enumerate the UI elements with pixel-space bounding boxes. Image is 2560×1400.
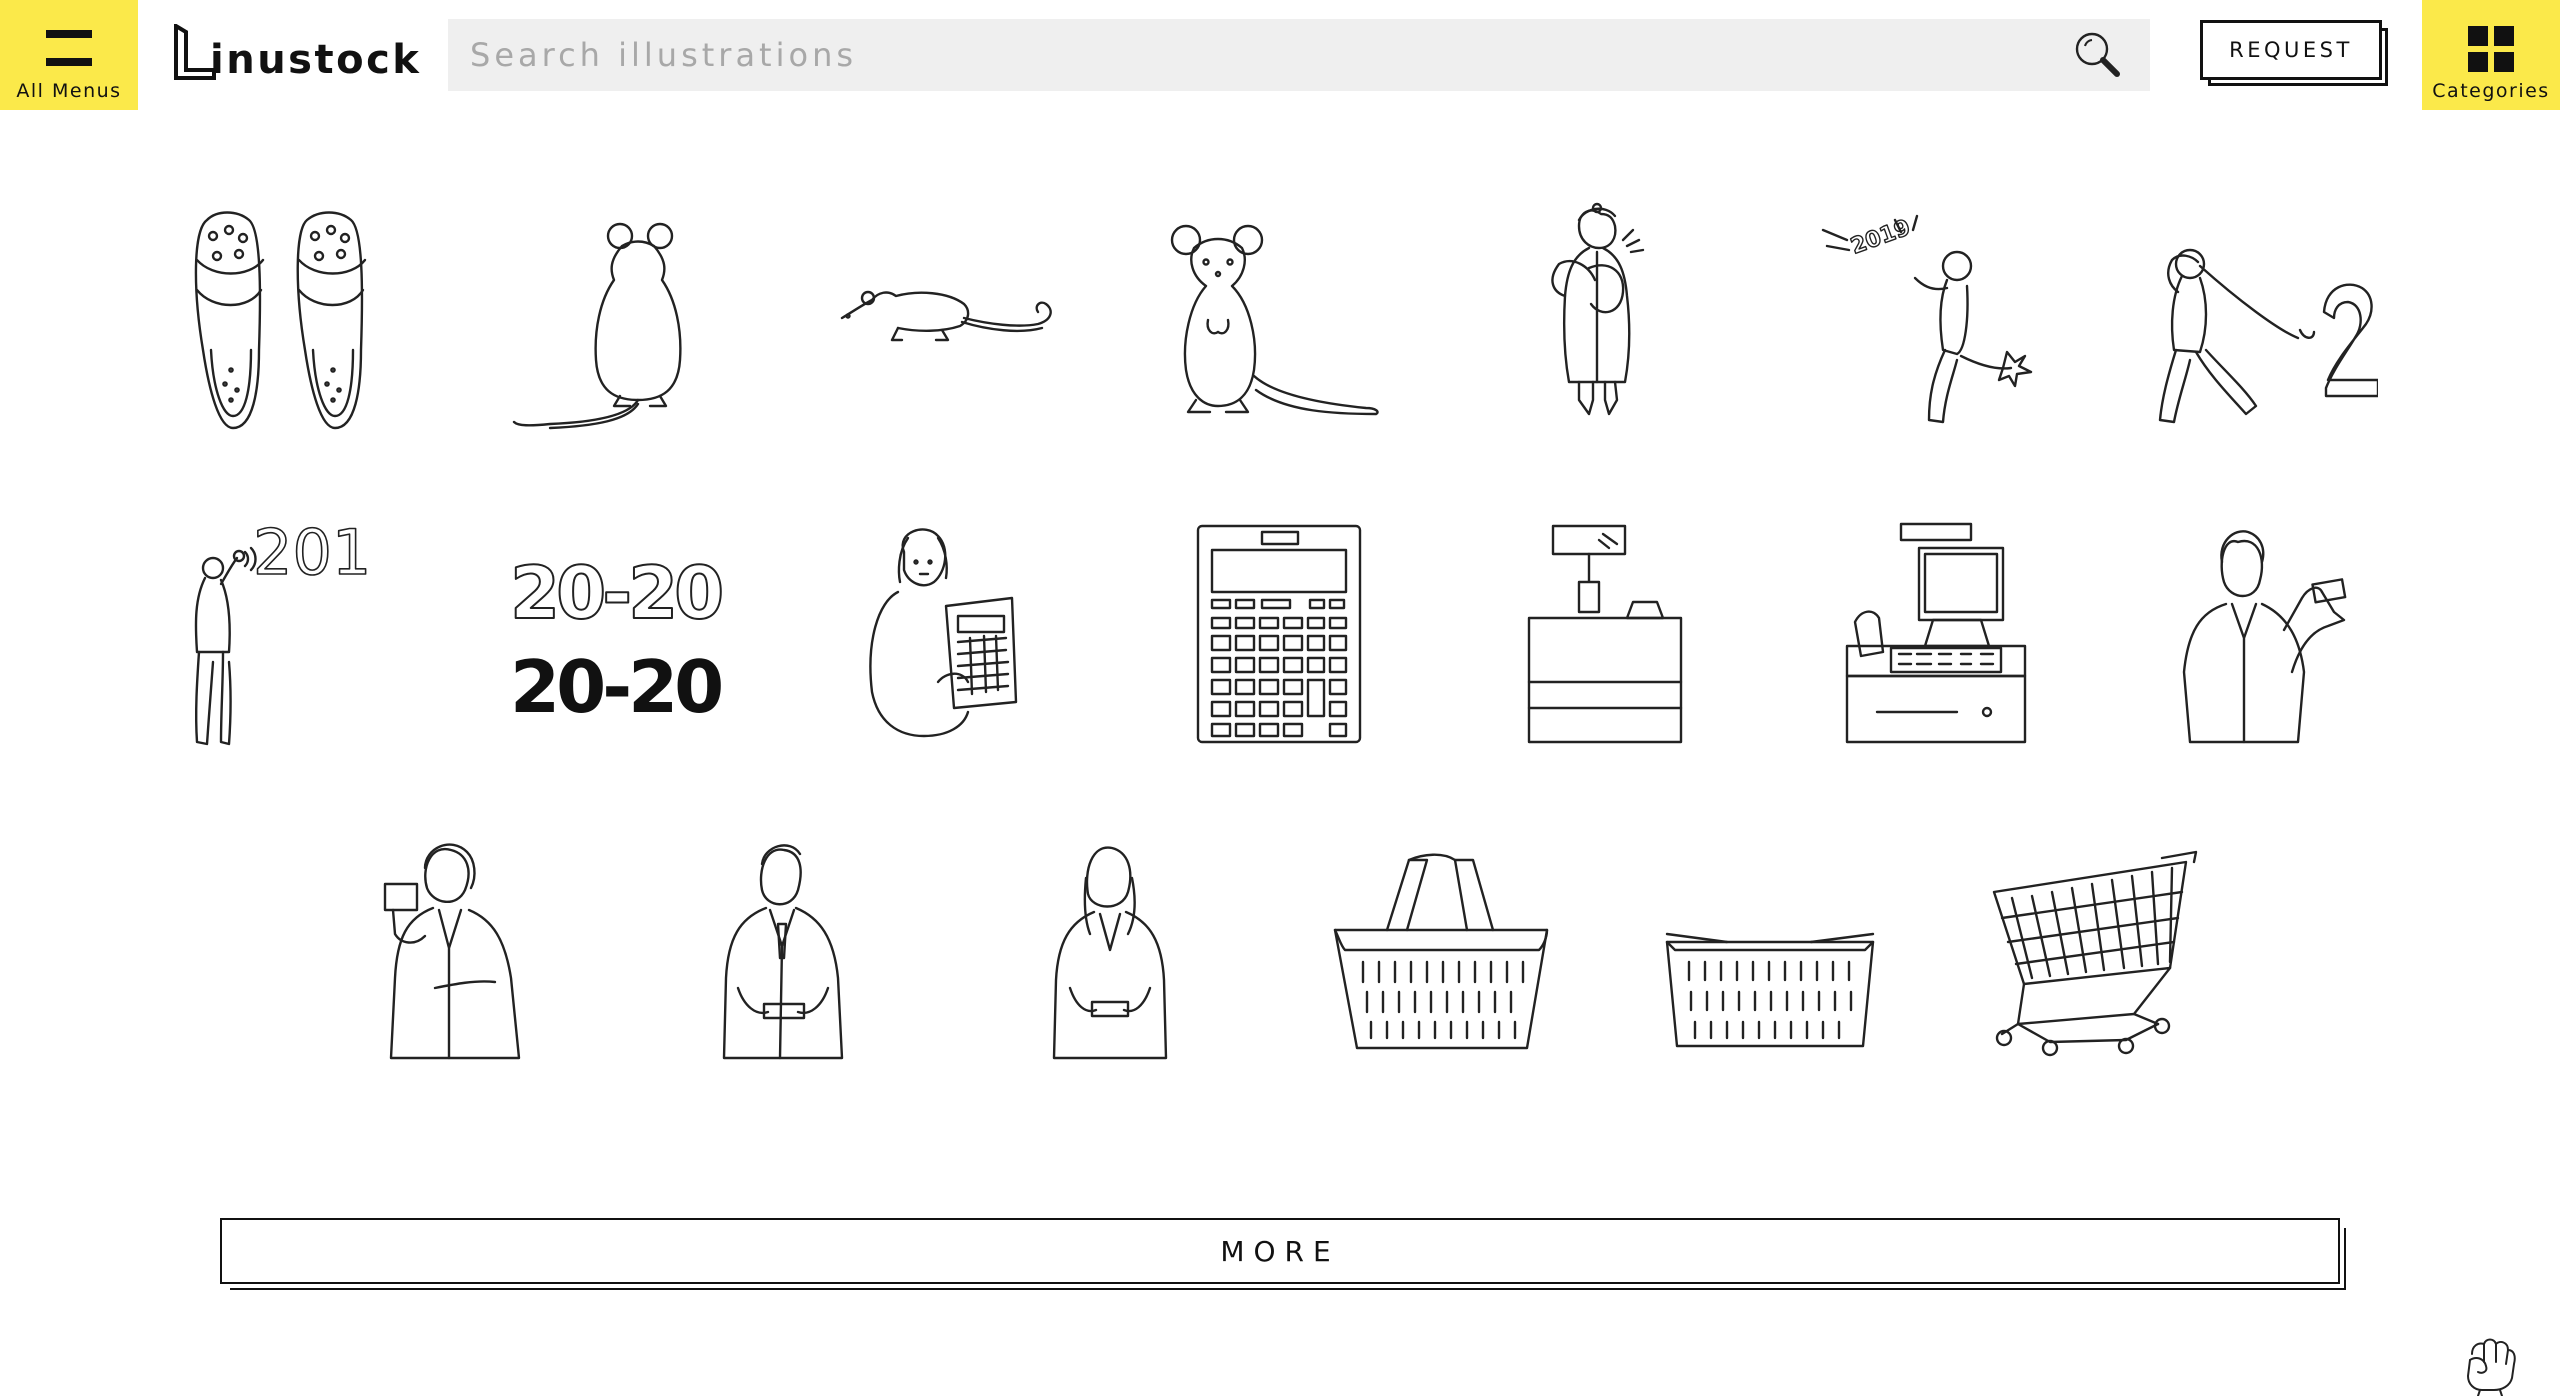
- year-2019-text: 2019: [1848, 215, 1914, 259]
- illustration-woman-calculator[interactable]: [838, 522, 1068, 752]
- year-2020-solid-text: 20-20: [510, 645, 721, 729]
- all-menus-label: All Menus: [16, 80, 122, 102]
- illustration-2020-numbers[interactable]: 20-20 20-20: [509, 522, 740, 752]
- illustration-woman-waving-2019[interactable]: 201: [183, 515, 413, 752]
- logo[interactable]: inustock: [172, 20, 421, 82]
- year-2020-outline-text: 20-20: [510, 551, 721, 635]
- search-input[interactable]: [448, 19, 2068, 91]
- illustration-pos-register[interactable]: [1821, 522, 2051, 752]
- illustration-shopping-basket[interactable]: [1655, 838, 1885, 1068]
- more-button[interactable]: MORE: [220, 1218, 2340, 1284]
- request-button[interactable]: REQUEST: [2200, 20, 2382, 80]
- grid-icon: [2468, 26, 2514, 72]
- illustration-calculator[interactable]: [1166, 522, 1396, 752]
- illustration-woman-winter-coat[interactable]: [1493, 200, 1723, 430]
- illustration-woman-bowing-card[interactable]: [1000, 838, 1230, 1068]
- illustration-mouse-walking[interactable]: [838, 200, 1068, 430]
- illustration-mouse-back[interactable]: [510, 200, 740, 430]
- illustration-shopping-cart[interactable]: [1982, 838, 2212, 1068]
- fist-icon[interactable]: [2462, 1334, 2518, 1397]
- illustration-woman-card[interactable]: [345, 838, 575, 1068]
- illustration-cash-register[interactable]: [1493, 522, 1723, 752]
- all-menus-button[interactable]: All Menus: [0, 0, 138, 110]
- illustration-sandals[interactable]: [183, 200, 413, 430]
- search-icon[interactable]: [2068, 25, 2128, 85]
- illustration-man-pulling-2[interactable]: [2148, 200, 2380, 430]
- illustration-mouse-front[interactable]: [1166, 200, 1396, 430]
- categories-button[interactable]: Categories: [2422, 0, 2560, 110]
- logo-text: inustock: [210, 37, 422, 83]
- illustration-man-bowing-card[interactable]: [672, 838, 902, 1068]
- illustration-man-business-card[interactable]: [2148, 522, 2378, 752]
- illustration-man-kicking-2019[interactable]: 2019: [1821, 200, 2051, 430]
- search-bar: [448, 19, 2150, 91]
- hamburger-icon: [46, 30, 92, 66]
- illustration-shopping-basket-handles[interactable]: [1327, 838, 1557, 1068]
- categories-label: Categories: [2432, 80, 2550, 102]
- more-button-wrapper: MORE: [220, 1218, 2346, 1290]
- year-201-text: 201: [253, 522, 371, 589]
